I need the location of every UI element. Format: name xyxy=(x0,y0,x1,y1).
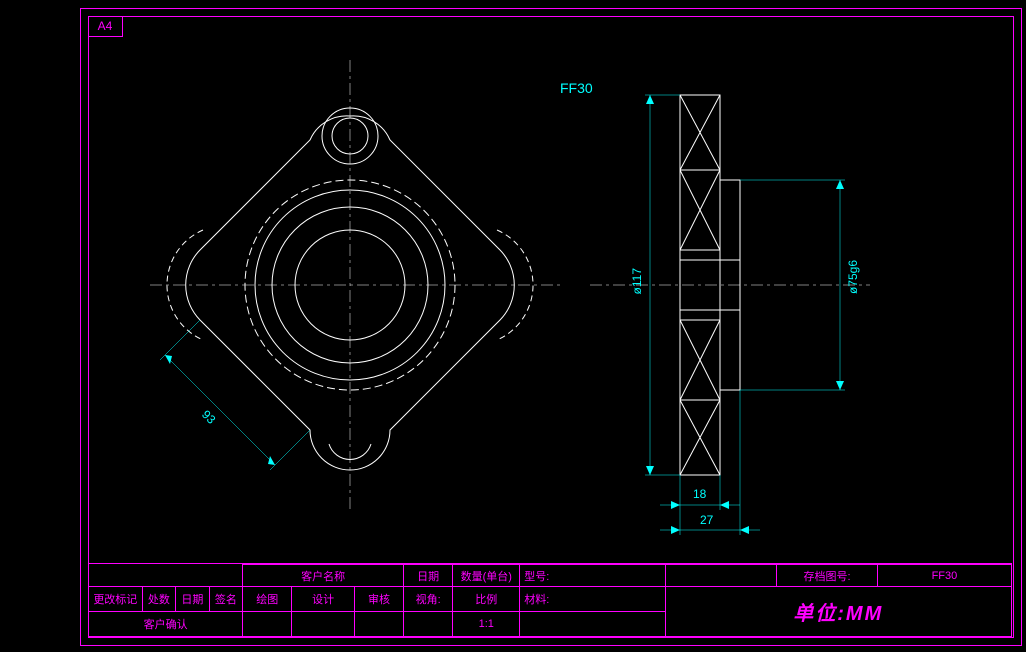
tb-change-mark: 更改标记 xyxy=(89,587,143,612)
tb-customer-name: 客户名称 xyxy=(243,565,404,587)
tb-scale: 比例 xyxy=(453,587,520,612)
dim-117: ø117 xyxy=(630,268,644,294)
tb-archive-val: FF30 xyxy=(877,565,1011,587)
tb-material: 材料: xyxy=(520,587,665,612)
dim-75g6: ø75g6 xyxy=(846,260,860,294)
drawing-canvas: A4 xyxy=(0,0,1026,652)
tb-customer-confirm: 客户确认 xyxy=(89,612,243,637)
tb-change-qty: 处数 xyxy=(142,587,176,612)
tb-qty: 数量(单台) xyxy=(453,565,520,587)
tb-model: 型号: xyxy=(520,565,665,587)
dim-27: 27 xyxy=(700,513,713,527)
dim-18: 18 xyxy=(693,487,706,501)
tb-drawing: 绘图 xyxy=(243,587,292,612)
tb-signature: 签名 xyxy=(209,587,243,612)
tb-date: 日期 xyxy=(404,565,453,587)
tb-design: 设计 xyxy=(292,587,355,612)
side-view xyxy=(590,95,870,535)
drawing-svg xyxy=(0,0,1026,652)
tb-scale-value: 1:1 xyxy=(453,612,520,637)
tb-angle: 视角: xyxy=(404,587,453,612)
front-view xyxy=(150,60,560,510)
tb-archive: 存档图号: xyxy=(777,565,878,587)
title-block: 客户名称 日期 数量(单台) 型号: 存档图号: FF30 更改标记 处数 日期… xyxy=(88,563,1012,636)
tb-review: 审核 xyxy=(354,587,403,612)
unit-label: 单位:MM xyxy=(793,603,883,625)
part-label: FF30 xyxy=(560,80,593,96)
tb-change-date: 日期 xyxy=(176,587,210,612)
